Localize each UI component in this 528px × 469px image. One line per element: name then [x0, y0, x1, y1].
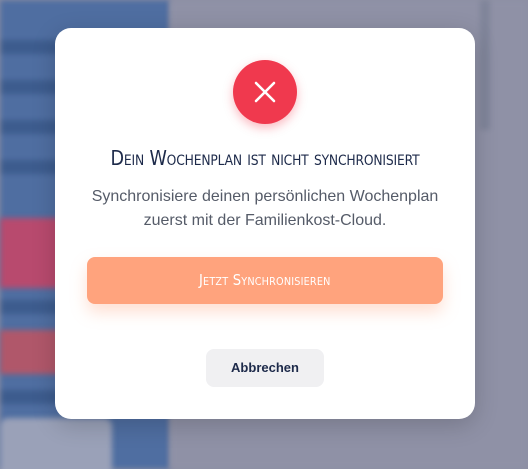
dialog-message-line: Synchronisiere deinen persönlichen Woche… [91, 188, 439, 205]
dialog-title: Dein Wochenplan ist nicht synchronisiert [110, 146, 420, 170]
error-badge [233, 60, 297, 124]
background-card [0, 418, 112, 469]
sync-now-button[interactable]: Jetzt Synchronisieren [87, 257, 443, 304]
sync-now-button-label: Jetzt Synchronisieren [199, 271, 331, 289]
cancel-button[interactable]: Abbrechen [206, 349, 324, 387]
close-x-icon [254, 81, 276, 103]
dialog-message-line: zuerst mit der Familienkost-Cloud. [143, 212, 387, 229]
sync-error-dialog: Dein Wochenplan ist nicht synchronisiert… [55, 28, 475, 419]
dialog-message: Synchronisiere deinen persönlichen Woche… [75, 185, 455, 233]
